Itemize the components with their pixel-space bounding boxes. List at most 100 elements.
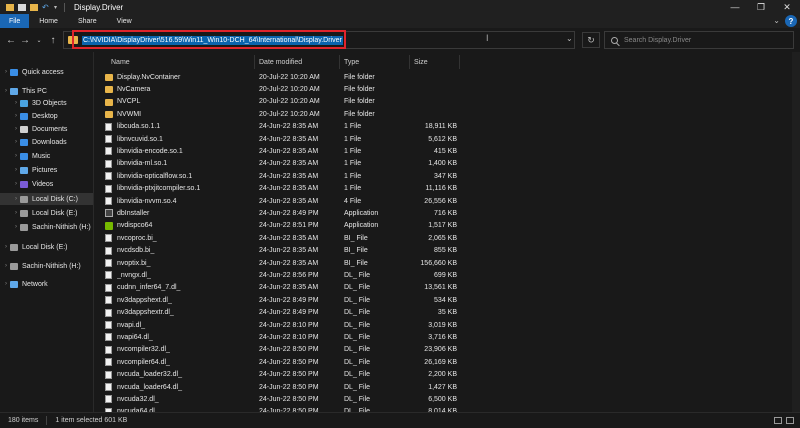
sidebar-item[interactable]: › Local Disk (E:) (0, 207, 78, 219)
up-button[interactable]: ↑ (46, 32, 60, 48)
file-row[interactable]: libcuda.so.1.1 24-Jun-22 8:35 AM 1 File 18,… (95, 121, 800, 133)
expand-chevron-icon[interactable]: › (12, 167, 20, 173)
sidebar-item[interactable]: › Downloads (0, 136, 67, 148)
file-date: 24-Jun-22 8:50 PM (259, 358, 319, 366)
column-header-name[interactable]: Name (95, 55, 255, 69)
file-row[interactable]: nv3dappshext.dl_ 24-Jun-22 8:49 PM DL_ Fil… (95, 294, 800, 306)
tab-share[interactable]: Share (68, 14, 107, 28)
file-icon (105, 395, 112, 404)
expand-chevron-icon[interactable]: › (12, 100, 20, 106)
expand-chevron-icon[interactable]: › (12, 210, 20, 216)
sidebar-item[interactable]: › Sachin-Nithish (H:) (0, 260, 81, 272)
file-row[interactable]: libnvidia-opticalflow.so.1 24-Jun-22 8:35… (95, 170, 800, 182)
expand-chevron-icon[interactable]: › (12, 181, 20, 187)
sidebar-item[interactable]: › Videos (0, 178, 53, 190)
file-row[interactable]: nvapi64.dl_ 24-Jun-22 8:10 PM DL_ File 3,71… (95, 331, 800, 343)
file-row[interactable]: nvdispco64 24-Jun-22 8:51 PM Application 1,… (95, 220, 800, 232)
new-folder-icon[interactable] (30, 3, 38, 11)
search-box[interactable]: Search Display.Driver (604, 31, 794, 49)
file-size: 156,660 KB (420, 259, 457, 267)
application-icon (105, 209, 113, 218)
expand-ribbon-icon[interactable]: ⌄ (773, 16, 780, 25)
file-row[interactable]: NVWMI 20-Jul-22 10:20 AM File folder (95, 108, 800, 120)
sidebar-item[interactable]: › Local Disk (C:) (0, 193, 93, 205)
file-name: cudnn_infer64_7.dl_ (117, 284, 181, 292)
sidebar-item[interactable]: › Pictures (0, 164, 57, 176)
file-row[interactable]: nvcuda32.dl_ 24-Jun-22 8:50 PM DL_ File 6,5… (95, 393, 800, 405)
file-row[interactable]: nv3dappshextr.dl_ 24-Jun-22 8:49 PM DL_ Fi… (95, 307, 800, 319)
sidebar-item[interactable]: › Documents (0, 123, 67, 135)
file-row[interactable]: NVCPL 20-Jul-22 10:20 AM File folder (95, 96, 800, 108)
drive-icon (20, 209, 28, 217)
sidebar-item-label: Quick access (22, 68, 64, 76)
sidebar-item[interactable]: › This PC (0, 85, 47, 97)
file-row[interactable]: nvcuda_loader32.dl_ 24-Jun-22 8:50 PM DL_ … (95, 369, 800, 381)
file-row[interactable]: libnvidia-ptxjitcompiler.so.1 24-Jun-22 8… (95, 183, 800, 195)
expand-chevron-icon[interactable]: › (2, 69, 10, 75)
file-row[interactable]: nvcompiler32.dl_ 24-Jun-22 8:50 PM DL_ Fil… (95, 344, 800, 356)
file-row[interactable]: dbInstaller 24-Jun-22 8:49 PM Application 7… (95, 207, 800, 219)
pictures-icon (20, 166, 28, 174)
file-row[interactable]: libnvidia-ml.so.1 24-Jun-22 8:35 AM 1 File… (95, 158, 800, 170)
vertical-scrollbar[interactable] (792, 52, 800, 412)
sidebar-item[interactable]: › Sachin-Nithish (H:) (0, 221, 91, 233)
large-icons-view-icon[interactable] (786, 417, 794, 424)
close-button[interactable]: ✕ (774, 0, 800, 14)
expand-chevron-icon[interactable]: › (12, 196, 20, 202)
file-size: 855 KB (434, 247, 457, 255)
sidebar-item[interactable]: › Network (0, 278, 48, 290)
sidebar-item[interactable]: › Quick access (0, 66, 64, 78)
sidebar-item[interactable]: › Music (0, 150, 50, 162)
quick-access-dropdown-icon[interactable]: ▾ (54, 4, 57, 11)
details-view-icon[interactable] (774, 417, 782, 424)
back-button[interactable]: ← (4, 32, 18, 48)
properties-icon[interactable] (18, 3, 26, 11)
expand-chevron-icon[interactable]: › (12, 113, 20, 119)
file-row[interactable]: nvoptix.bi_ 24-Jun-22 8:35 AM BI_ File 156,… (95, 257, 800, 269)
file-row[interactable]: nvcoproc.bi_ 24-Jun-22 8:35 AM BI_ File 2,0… (95, 232, 800, 244)
maximize-button[interactable]: ❐ (748, 0, 774, 14)
file-row[interactable]: _nvngx.dl_ 24-Jun-22 8:56 PM DL_ File 699 K… (95, 269, 800, 281)
tab-view[interactable]: View (107, 14, 142, 28)
tab-home[interactable]: Home (29, 14, 68, 28)
file-row[interactable]: nvcdsdb.bi_ 24-Jun-22 8:35 AM BI_ File 855 … (95, 245, 800, 257)
file-name: NvCamera (117, 85, 151, 93)
file-row[interactable]: libnvidia-encode.so.1 24-Jun-22 8:35 AM 1 … (95, 145, 800, 157)
file-row[interactable]: nvcompiler64.dl_ 24-Jun-22 8:50 PM DL_ Fil… (95, 356, 800, 368)
column-header-date[interactable]: Date modified (255, 55, 340, 69)
file-row[interactable]: cudnn_infer64_7.dl_ 24-Jun-22 8:35 AM DL_ … (95, 282, 800, 294)
sidebar-item[interactable]: › Desktop (0, 110, 58, 122)
file-icon (105, 234, 112, 243)
file-icon (105, 135, 112, 143)
file-row[interactable]: nvcuda_loader64.dl_ 24-Jun-22 8:50 PM DL_ … (95, 381, 800, 393)
tab-file[interactable]: File (0, 14, 30, 28)
file-size (395, 108, 457, 120)
expand-chevron-icon[interactable]: › (12, 153, 20, 159)
expand-chevron-icon[interactable]: › (2, 263, 10, 269)
column-header-size[interactable]: Size (410, 55, 460, 69)
expand-chevron-icon[interactable]: › (2, 244, 10, 250)
file-size: 3,716 KB (428, 333, 457, 341)
refresh-button[interactable]: ↻ (582, 32, 600, 48)
expand-chevron-icon[interactable]: › (12, 126, 20, 132)
recent-locations-icon[interactable]: ⌄ (32, 32, 46, 48)
help-button[interactable]: ? (785, 15, 797, 27)
file-row[interactable]: Display.NvContainer 20-Jul-22 10:20 AM Fil… (95, 71, 800, 83)
sidebar-item[interactable]: › Local Disk (E:) (0, 241, 68, 253)
expand-chevron-icon[interactable]: › (12, 139, 20, 145)
file-row[interactable]: libnvidia-nvvm.so.4 24-Jun-22 8:35 AM 4 Fi… (95, 195, 800, 207)
search-input[interactable]: Search Display.Driver (624, 37, 691, 44)
file-row[interactable]: nvapi.dl_ 24-Jun-22 8:10 PM DL_ File 3,019 … (95, 319, 800, 331)
expand-chevron-icon[interactable]: › (2, 88, 10, 94)
forward-button[interactable]: → (18, 32, 32, 48)
address-dropdown-icon[interactable]: ⌄ (566, 34, 573, 43)
minimize-button[interactable]: — (722, 0, 748, 14)
application-icon (105, 221, 113, 230)
undo-icon[interactable]: ↶ (42, 3, 50, 11)
column-header-type[interactable]: Type (340, 55, 410, 69)
file-row[interactable]: NvCamera 20-Jul-22 10:20 AM File folder (95, 83, 800, 95)
expand-chevron-icon[interactable]: › (12, 224, 20, 230)
file-row[interactable]: libnvcuvid.so.1 24-Jun-22 8:35 AM 1 File 5,… (95, 133, 800, 145)
expand-chevron-icon[interactable]: › (2, 281, 10, 287)
sidebar-item[interactable]: › 3D Objects (0, 97, 67, 109)
